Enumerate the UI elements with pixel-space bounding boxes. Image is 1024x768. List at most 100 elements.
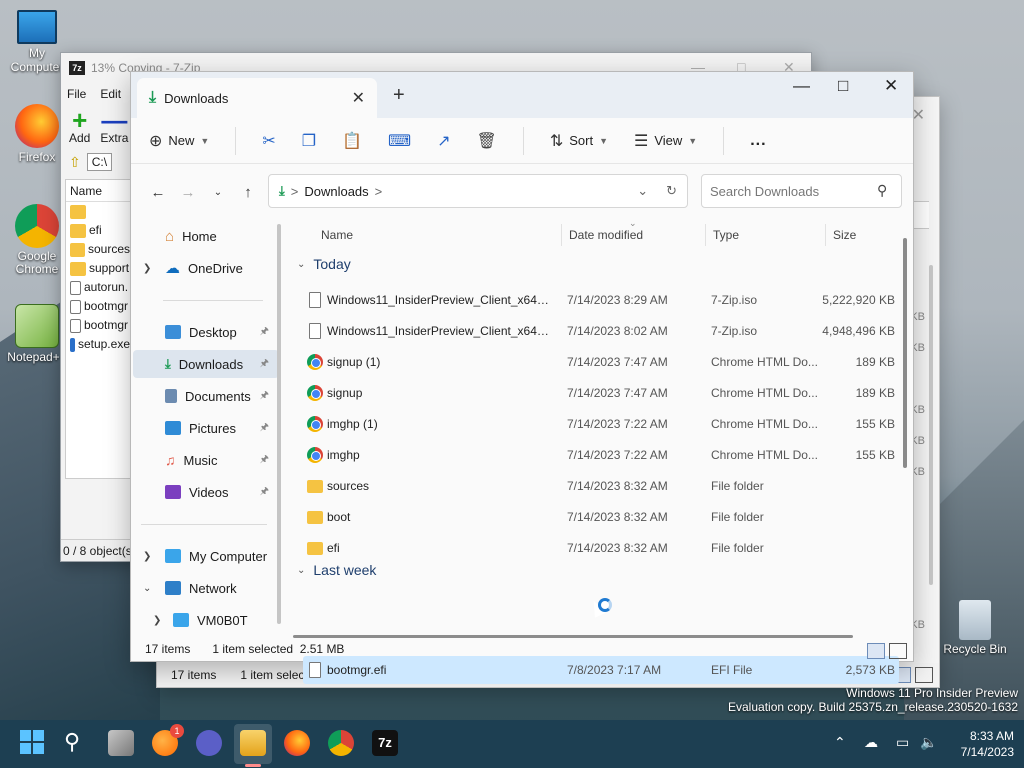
group-header-today[interactable]: ⌄ Today <box>297 256 351 272</box>
chevron-right-icon[interactable]: ❯ <box>143 263 151 274</box>
show-hidden-icons-chevron-icon[interactable]: ⌃ <box>834 734 846 751</box>
sort-button[interactable]: ⇅ Sort ▼ <box>550 131 608 151</box>
nav-item-videos[interactable]: Videos 🖈 <box>133 478 279 506</box>
list-item[interactable]: efi <box>66 221 130 240</box>
chrome-taskbar-button[interactable] <box>328 730 354 756</box>
display-icon[interactable]: ▭ <box>896 734 909 751</box>
rename-button[interactable]: ⌨ <box>388 131 411 151</box>
table-row[interactable]: imghp (1) 7/14/2023 7:22 AM Chrome HTML Do… <box>303 410 899 438</box>
table-row[interactable]: Windows11_InsiderPreview_Client_x64_e...… <box>303 286 899 314</box>
7zip-extract-button[interactable]: — Extra <box>100 107 128 145</box>
nav-item-music[interactable]: ♫ Music 🖈 <box>133 446 279 474</box>
file-name: bootmgr.efi <box>327 663 387 677</box>
nav-item-documents[interactable]: Documents 🖈 <box>133 382 279 410</box>
column-type[interactable]: Type <box>713 228 739 242</box>
delete-button[interactable]: 🗑 <box>477 131 497 151</box>
rename-icon: ⌨ <box>388 132 412 150</box>
address-history-chevron-icon[interactable]: ⌄ <box>637 183 648 199</box>
breadcrumb-downloads[interactable]: Downloads <box>304 184 368 199</box>
table-row[interactable]: efi 7/14/2023 8:32 AM File folder <box>303 534 899 562</box>
nav-item-home[interactable]: ⌂ Home <box>133 222 279 250</box>
column-date-modified[interactable]: Date modified <box>569 228 643 242</box>
recent-locations-chevron-icon[interactable]: ⌄ <box>203 187 233 198</box>
list-item[interactable] <box>66 202 130 221</box>
nav-item-onedrive[interactable]: ❯ ☁ OneDrive <box>133 254 279 282</box>
table-row[interactable]: signup 7/14/2023 7:47 AM Chrome HTML Do...… <box>303 379 899 407</box>
list-item[interactable]: sources <box>66 240 130 259</box>
view-button[interactable]: ☰ View ▼ <box>634 131 697 151</box>
clock[interactable]: 8:33 AM 7/14/2023 <box>961 728 1014 760</box>
group-header-last-week[interactable]: ⌄ Last week <box>297 562 376 578</box>
maximize-icon[interactable]: □ <box>838 76 848 96</box>
up-folder-icon[interactable]: ⇧ <box>69 154 81 171</box>
nav-item-downloads[interactable]: ⤓ Downloads 🖈 <box>133 350 279 378</box>
list-item[interactable]: setup.exe <box>66 335 130 354</box>
cloud-icon: ☁ <box>165 260 180 277</box>
list-item[interactable]: support <box>66 259 130 278</box>
refresh-icon[interactable]: ↻ <box>666 183 677 199</box>
cut-button[interactable]: ✂ <box>262 131 275 151</box>
7zip-column-name[interactable]: Name <box>66 180 130 202</box>
nav-scrollbar[interactable] <box>277 224 281 624</box>
vertical-scrollbar[interactable] <box>929 265 933 585</box>
network-offline-icon[interactable]: ☁ <box>864 734 878 751</box>
tab-close-icon[interactable]: ✕ <box>352 88 365 108</box>
documents-icon <box>165 389 177 403</box>
list-item[interactable]: autorun. <box>66 278 130 297</box>
teams-chat-button[interactable] <box>196 730 222 756</box>
nav-item-vm0b0t[interactable]: ❯ VM0B0T <box>133 606 279 634</box>
new-button[interactable]: ⊕ New ▼ <box>149 131 209 151</box>
table-row[interactable]: boot 7/14/2023 8:32 AM File folder <box>303 503 899 531</box>
close-icon[interactable]: ✕ <box>884 76 898 96</box>
details-view-button[interactable] <box>867 643 885 659</box>
vertical-scrollbar[interactable] <box>903 238 907 468</box>
view-list-icon: ☰ <box>634 132 649 150</box>
column-name[interactable]: Name <box>321 228 353 242</box>
table-row[interactable]: sources 7/14/2023 8:32 AM File folder <box>303 472 899 500</box>
7zip-taskbar-button[interactable]: 7z <box>372 730 398 756</box>
paste-button[interactable]: 📋 <box>342 131 362 151</box>
nav-item-desktop[interactable]: Desktop 🖈 <box>133 318 279 346</box>
nav-item-my-computer[interactable]: ❯ My Computer <box>133 542 279 570</box>
list-item[interactable]: bootmgr <box>66 316 130 335</box>
table-row[interactable]: imghp 7/14/2023 7:22 AM Chrome HTML Do... 1… <box>303 441 899 469</box>
chevron-right-icon[interactable]: ❯ <box>153 615 161 626</box>
tab-downloads[interactable]: ⤓ Downloads ✕ <box>137 78 377 118</box>
volume-icon[interactable]: 🔈 <box>920 734 937 751</box>
share-button[interactable]: ↗ <box>437 131 450 151</box>
search-input[interactable] <box>701 174 902 208</box>
copy-button[interactable]: ❐ <box>302 131 316 151</box>
clock-date: 7/14/2023 <box>960 745 1014 759</box>
new-tab-button[interactable]: + <box>393 84 405 107</box>
column-size[interactable]: Size <box>833 228 856 242</box>
sort-icon: ⇅ <box>549 132 564 150</box>
tiles-view-button[interactable] <box>889 643 907 659</box>
table-row[interactable]: signup (1) 7/14/2023 7:47 AM Chrome HTML D… <box>303 348 899 376</box>
tiles-view-button[interactable] <box>915 667 933 683</box>
firefox-taskbar-button[interactable] <box>284 730 310 756</box>
start-button[interactable] <box>20 730 46 756</box>
folder-icon <box>70 242 85 257</box>
forward-arrow-icon[interactable]: → <box>173 184 203 201</box>
more-options-button[interactable]: ... <box>750 132 766 150</box>
nav-item-network[interactable]: ⌄ Network <box>133 574 279 602</box>
7zip-address-input[interactable]: C:\ <box>86 153 113 171</box>
up-arrow-icon[interactable]: ↑ <box>233 184 263 201</box>
chevron-right-icon[interactable]: ❯ <box>143 551 151 562</box>
minimize-icon[interactable]: — <box>793 76 810 96</box>
desktop-icon-recycle-bin[interactable]: Recycle Bin <box>940 600 1010 656</box>
list-item[interactable]: bootmgr <box>66 297 130 316</box>
menu-edit[interactable]: Edit <box>100 87 121 101</box>
nav-item-pictures[interactable]: Pictures 🖈 <box>133 414 279 442</box>
widgets-button[interactable]: 1 <box>152 724 184 756</box>
task-view-button[interactable] <box>108 730 134 756</box>
table-row[interactable]: Windows11_InsiderPreview_Client_x64_tr..… <box>303 317 899 345</box>
file-size: 189 KB <box>855 386 895 400</box>
address-bar[interactable]: ⤓ > Downloads > ⌄ ↻ <box>268 174 688 208</box>
file-explorer-taskbar-button[interactable] <box>240 730 266 756</box>
back-arrow-icon[interactable]: ← <box>143 184 173 201</box>
menu-file[interactable]: File <box>67 87 86 101</box>
7zip-add-button[interactable]: + Add <box>69 107 90 145</box>
chevron-down-icon[interactable]: ⌄ <box>143 583 151 594</box>
search-taskbar-button[interactable]: ⚲ <box>64 730 90 756</box>
